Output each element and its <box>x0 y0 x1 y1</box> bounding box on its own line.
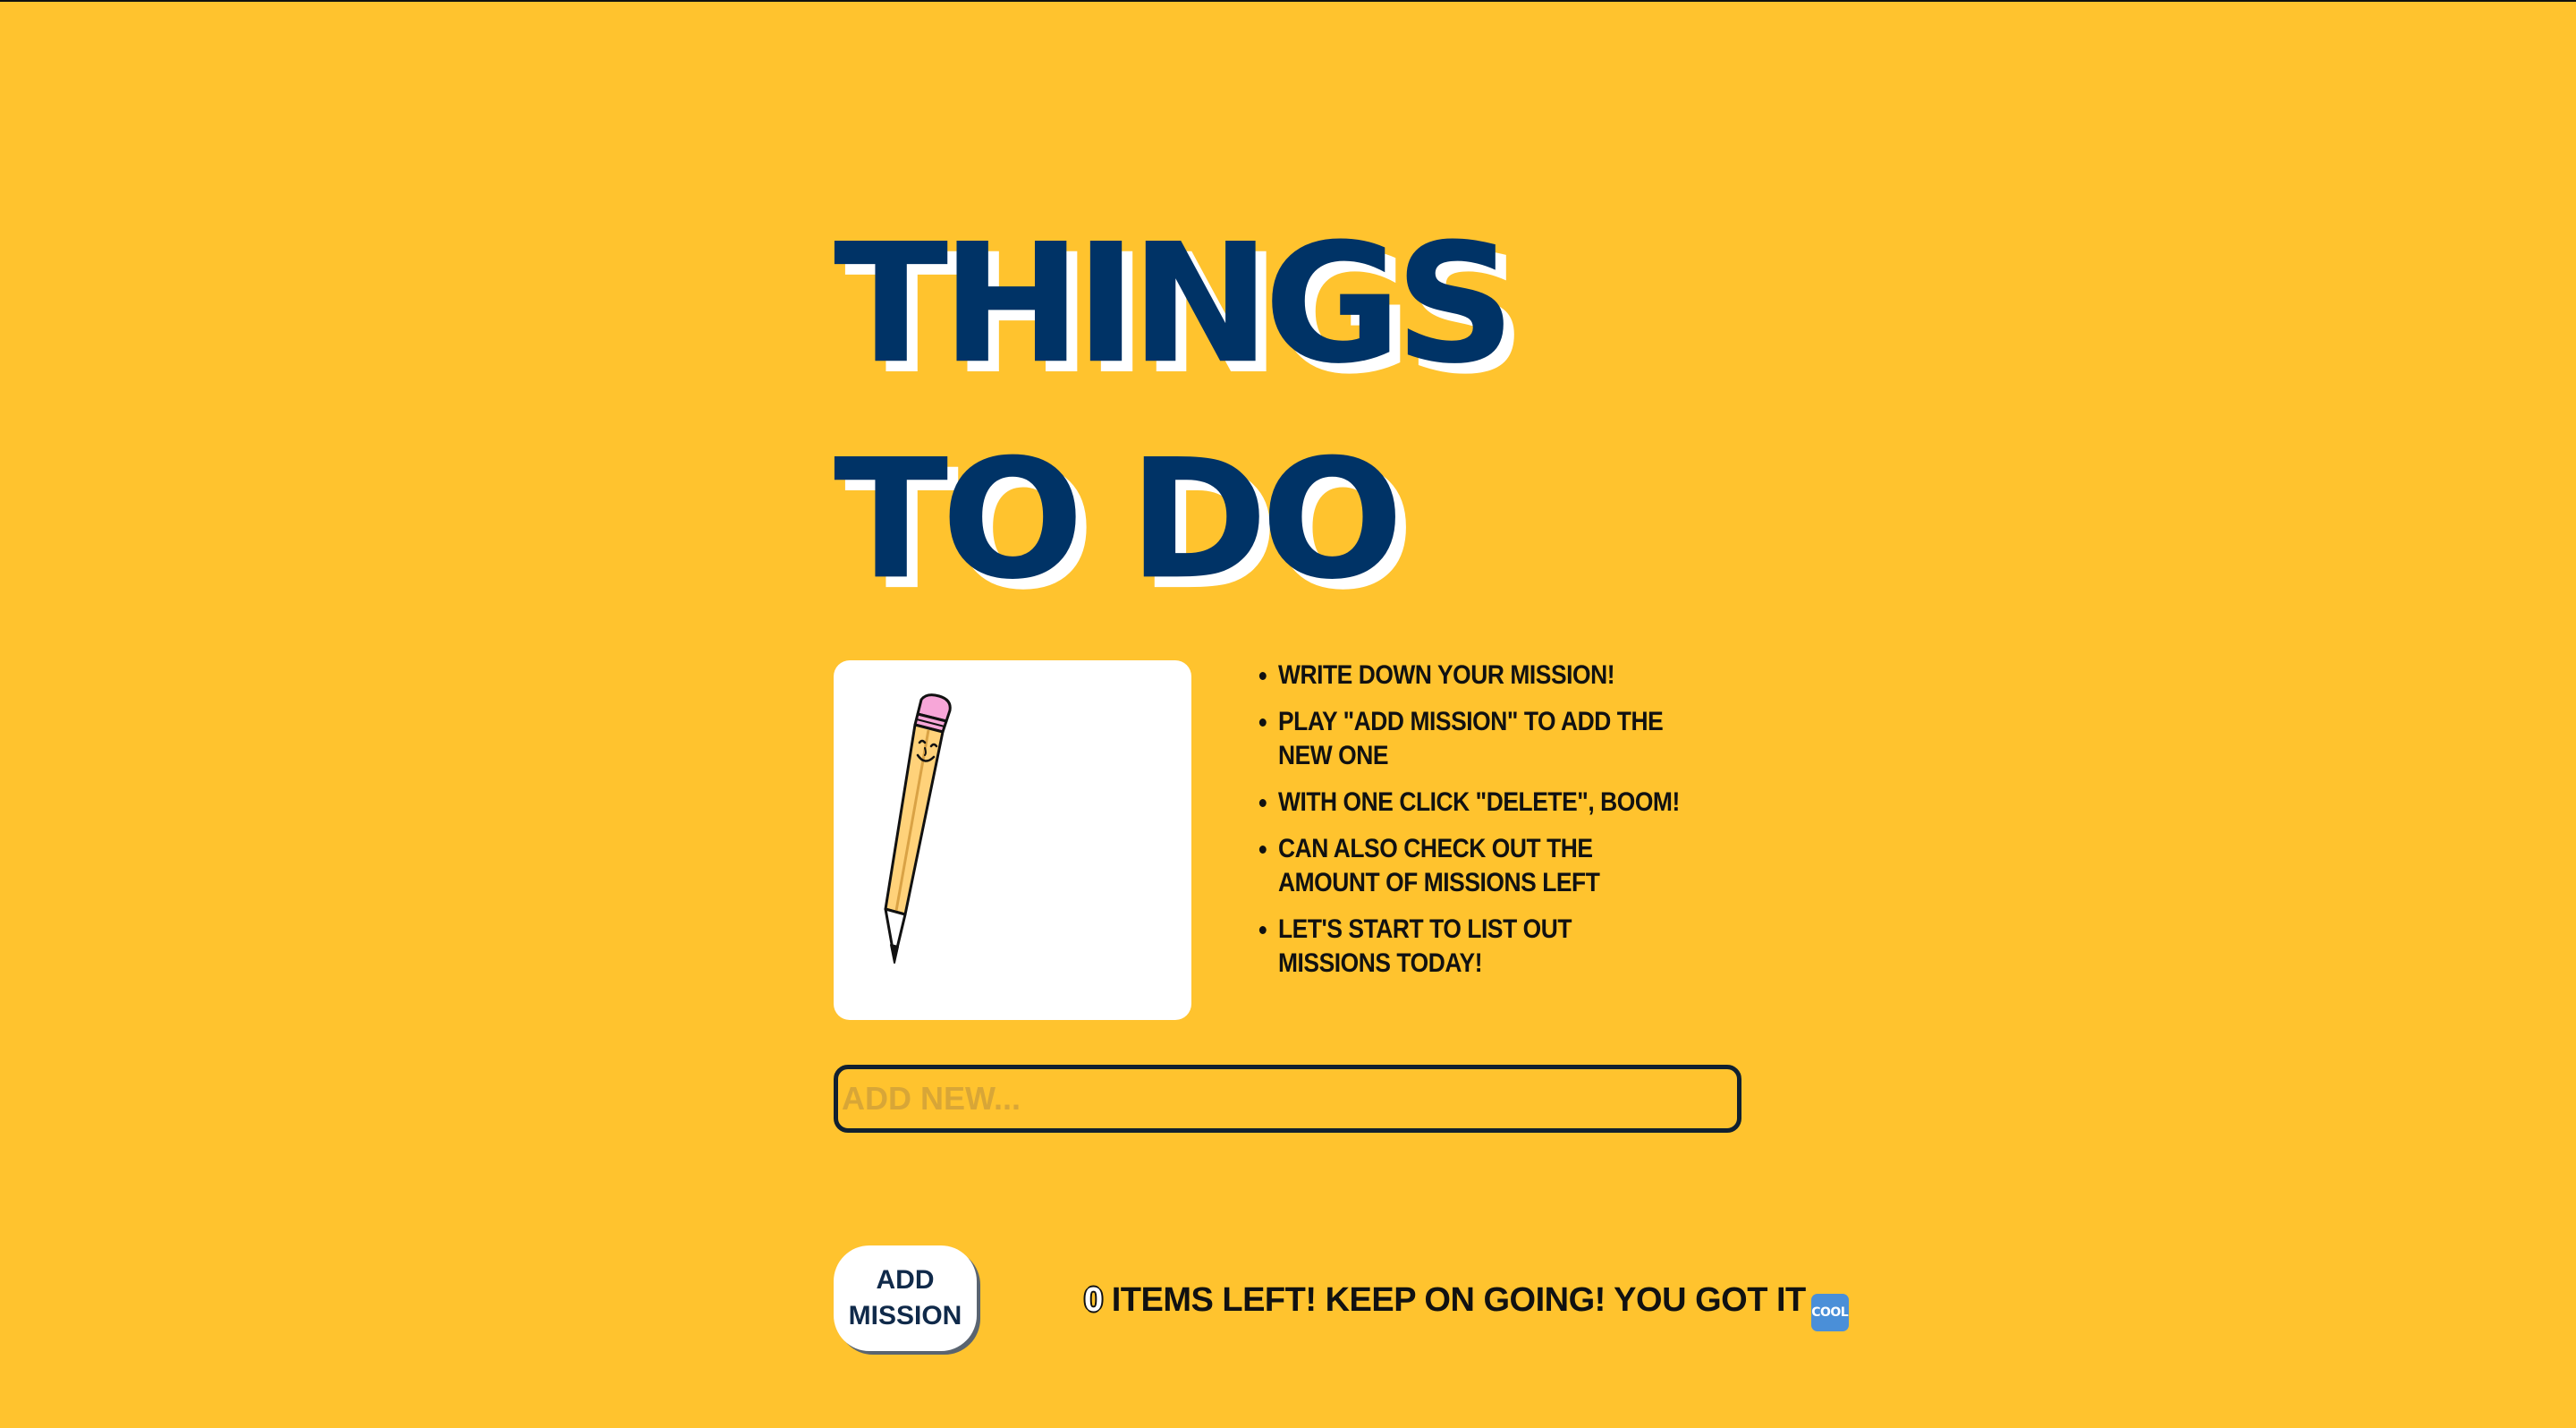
instruction-item: WRITE DOWN YOUR MISSION! <box>1278 659 1688 693</box>
items-left-message: ITEMS LEFT! KEEP ON GOING! YOU GOT IT <box>1102 1281 1807 1319</box>
page-title: THINGS TO DO <box>834 208 1516 616</box>
add-mission-button[interactable]: ADD MISSION <box>834 1245 977 1351</box>
instruction-item: LET'S START TO LIST OUT MISSIONS TODAY! <box>1278 913 1688 981</box>
new-mission-input[interactable] <box>834 1065 1741 1133</box>
instruction-item: CAN ALSO CHECK OUT THE AMOUNT OF MISSION… <box>1278 832 1688 900</box>
todo-app: THINGS TO DO WRITE DOWN YOUR MISSION! PL… <box>834 2 1849 1428</box>
items-left-status: 0 ITEMS LEFT! KEEP ON GOING! YOU GOT IT C… <box>1084 1276 1849 1331</box>
instruction-item: WITH ONE CLICK "DELETE", BOOM! <box>1278 786 1688 820</box>
instructions-list: WRITE DOWN YOUR MISSION! PLAY "ADD MISSI… <box>1245 659 1688 993</box>
cool-icon: COOL <box>1810 1294 1849 1331</box>
pencil-icon <box>884 693 952 964</box>
illustration-card <box>834 660 1191 1020</box>
instruction-item: PLAY "ADD MISSION" TO ADD THE NEW ONE <box>1278 705 1688 773</box>
items-left-count: 0 <box>1084 1281 1103 1319</box>
